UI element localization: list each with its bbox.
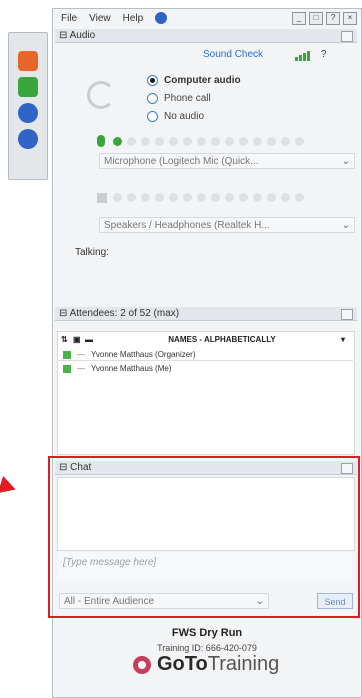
popout-icon[interactable] [341,31,353,42]
speaker-icon [97,193,107,203]
menu-view[interactable]: View [89,13,111,24]
radio-computer-audio[interactable]: Computer audio [147,75,241,86]
mic-column-icon[interactable]: ▣ [73,335,85,344]
audio-help-icon[interactable]: ? [321,49,327,60]
chevron-down-icon[interactable]: ▾ [341,335,353,344]
mic-level-meter [113,137,304,146]
sound-check-link[interactable]: Sound Check [203,49,263,60]
sort-icon[interactable]: ⇅ [61,335,73,344]
radio-unselected-icon [147,93,158,104]
collapse-icon[interactable]: ⊟ [59,308,70,319]
speaker-select-value: Speakers / Headphones (Realtek H... [104,220,270,231]
training-id: Training ID: 666-420-079 [157,643,257,653]
webcam-icon[interactable] [18,129,38,149]
close-button[interactable]: × [343,12,357,25]
window-controls: _ □ ? × [292,12,357,25]
gototraining-logo: GoToTraining [133,653,279,676]
audio-status-icon [87,81,115,109]
logo-text-light: Training [207,653,280,675]
help-button[interactable]: ? [326,12,340,25]
speaker-select[interactable]: Speakers / Headphones (Realtek H... ⌄ [99,217,355,233]
globe-icon[interactable] [155,12,168,24]
audio-section-label: Audio [69,30,96,41]
attendee-row[interactable]: — Yvonne Matthaus (Me) [57,363,353,374]
attendees-section-header[interactable]: ⊟ Attendees: 2 of 52 (max) [55,307,357,321]
screen-share-icon[interactable] [18,51,38,71]
show-panel-icon[interactable] [18,77,38,97]
mic-muted-icon: — [77,364,85,373]
radio-unselected-icon [147,111,158,122]
menu-help[interactable]: Help [123,13,144,24]
collapse-icon[interactable]: ⊟ [59,30,70,41]
names-column-header[interactable]: NAMES - ALPHABETICALLY [103,335,341,344]
audio-section-header[interactable]: ⊟ Audio [55,29,357,43]
radio-phone-call[interactable]: Phone call [147,93,211,104]
microphone-select-value: Microphone (Logitech Mic (Quick... [104,156,259,167]
attendee-table-header: ⇅ ▣ ▬ NAMES - ALPHABETICALLY ▾ [57,333,353,345]
radio-label: Phone call [164,93,211,104]
menu-file[interactable]: File [61,13,77,24]
pointer-arrow-icon [0,475,19,499]
status-icon [63,350,71,359]
status-icon [63,364,71,373]
microphone-icon[interactable] [18,103,38,123]
microphone-icon [97,135,105,147]
hand-column-icon[interactable]: ▬ [85,335,103,344]
radio-label: No audio [164,111,205,122]
logo-mark-icon [133,655,151,674]
chevron-down-icon: ⌄ [341,220,350,231]
attendee-name: Yvonne Matthaus (Organizer) [91,350,196,359]
attendee-row[interactable]: — Yvonne Matthaus (Organizer) [57,349,353,361]
chevron-down-icon: ⌄ [341,156,350,167]
attendees-section-label: Attendees: 2 of 52 (max) [69,308,180,319]
radio-no-audio[interactable]: No audio [147,111,204,122]
signal-icon [295,51,310,61]
logo-text-bold: GoTo [157,653,208,675]
speaker-level-meter [113,193,304,202]
minimize-button[interactable]: _ [292,12,306,25]
mic-muted-icon: — [77,350,85,359]
maximize-button[interactable]: □ [309,12,323,25]
microphone-select[interactable]: Microphone (Logitech Mic (Quick... ⌄ [99,153,355,169]
radio-selected-icon [147,75,158,86]
radio-label: Computer audio [164,75,241,86]
popout-icon[interactable] [341,309,353,320]
session-title: FWS Dry Run [171,627,243,639]
floating-toolbar [8,32,48,180]
chat-highlight-box [48,456,360,618]
attendee-name: Yvonne Matthaus (Me) [91,364,172,373]
talking-label: Talking: [75,247,109,258]
